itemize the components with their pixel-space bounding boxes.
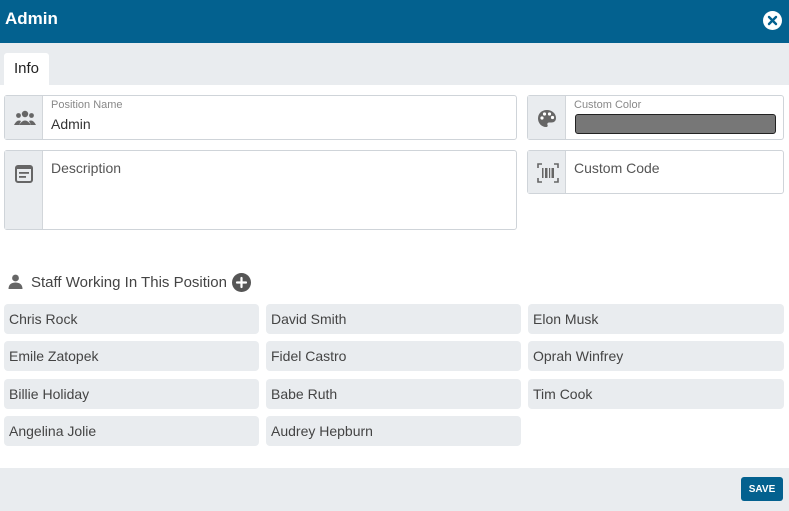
custom-color-label: Custom Color <box>574 99 642 111</box>
position-name-icon-box <box>5 96 43 139</box>
palette-icon <box>538 110 556 127</box>
dialog-title: Admin <box>5 9 58 28</box>
staff-member[interactable]: Elon Musk <box>528 304 784 334</box>
dialog-footer: SAVE <box>0 468 789 511</box>
tab-info[interactable]: Info <box>4 53 50 85</box>
staff-member[interactable]: Fidel Castro <box>266 341 521 371</box>
description-icon-box <box>5 151 43 229</box>
save-button[interactable]: SAVE <box>741 477 783 501</box>
close-icon[interactable] <box>763 11 782 30</box>
custom-color-icon-box <box>528 96 566 139</box>
staff-section-title: Staff Working In This Position <box>31 274 227 291</box>
staff-member[interactable]: Emile Zatopek <box>4 341 259 371</box>
staff-member[interactable]: Tim Cook <box>528 379 784 409</box>
position-name-field[interactable]: Position Name Admin <box>4 95 517 140</box>
group-icon <box>14 110 36 125</box>
tab-bar: Info <box>0 43 789 85</box>
dialog-body: Info Position Name Admin Custom Color De… <box>0 43 789 468</box>
staff-member[interactable]: Billie Holiday <box>4 379 259 409</box>
description-field[interactable]: Description <box>4 150 517 230</box>
custom-code-label: Custom Code <box>574 160 660 176</box>
description-label: Description <box>51 160 122 176</box>
notes-icon <box>15 165 33 183</box>
staff-member[interactable]: Angelina Jolie <box>4 416 259 446</box>
add-staff-icon[interactable] <box>232 273 251 292</box>
staff-member[interactable]: Oprah Winfrey <box>528 341 784 371</box>
custom-code-field[interactable]: Custom Code <box>527 150 784 194</box>
staff-member[interactable]: David Smith <box>266 304 521 334</box>
custom-color-field[interactable]: Custom Color <box>527 95 784 140</box>
staff-member[interactable]: Babe Ruth <box>266 379 521 409</box>
custom-code-icon-box <box>528 151 566 193</box>
position-name-input[interactable]: Admin <box>51 116 91 132</box>
barcode-icon <box>537 163 559 183</box>
dialog-header: Admin <box>0 0 789 43</box>
staff-member[interactable]: Chris Rock <box>4 304 259 334</box>
staff-member[interactable]: Audrey Hepburn <box>266 416 521 446</box>
person-icon <box>8 274 23 289</box>
position-name-label: Position Name <box>51 99 123 111</box>
custom-color-swatch[interactable] <box>575 114 776 134</box>
